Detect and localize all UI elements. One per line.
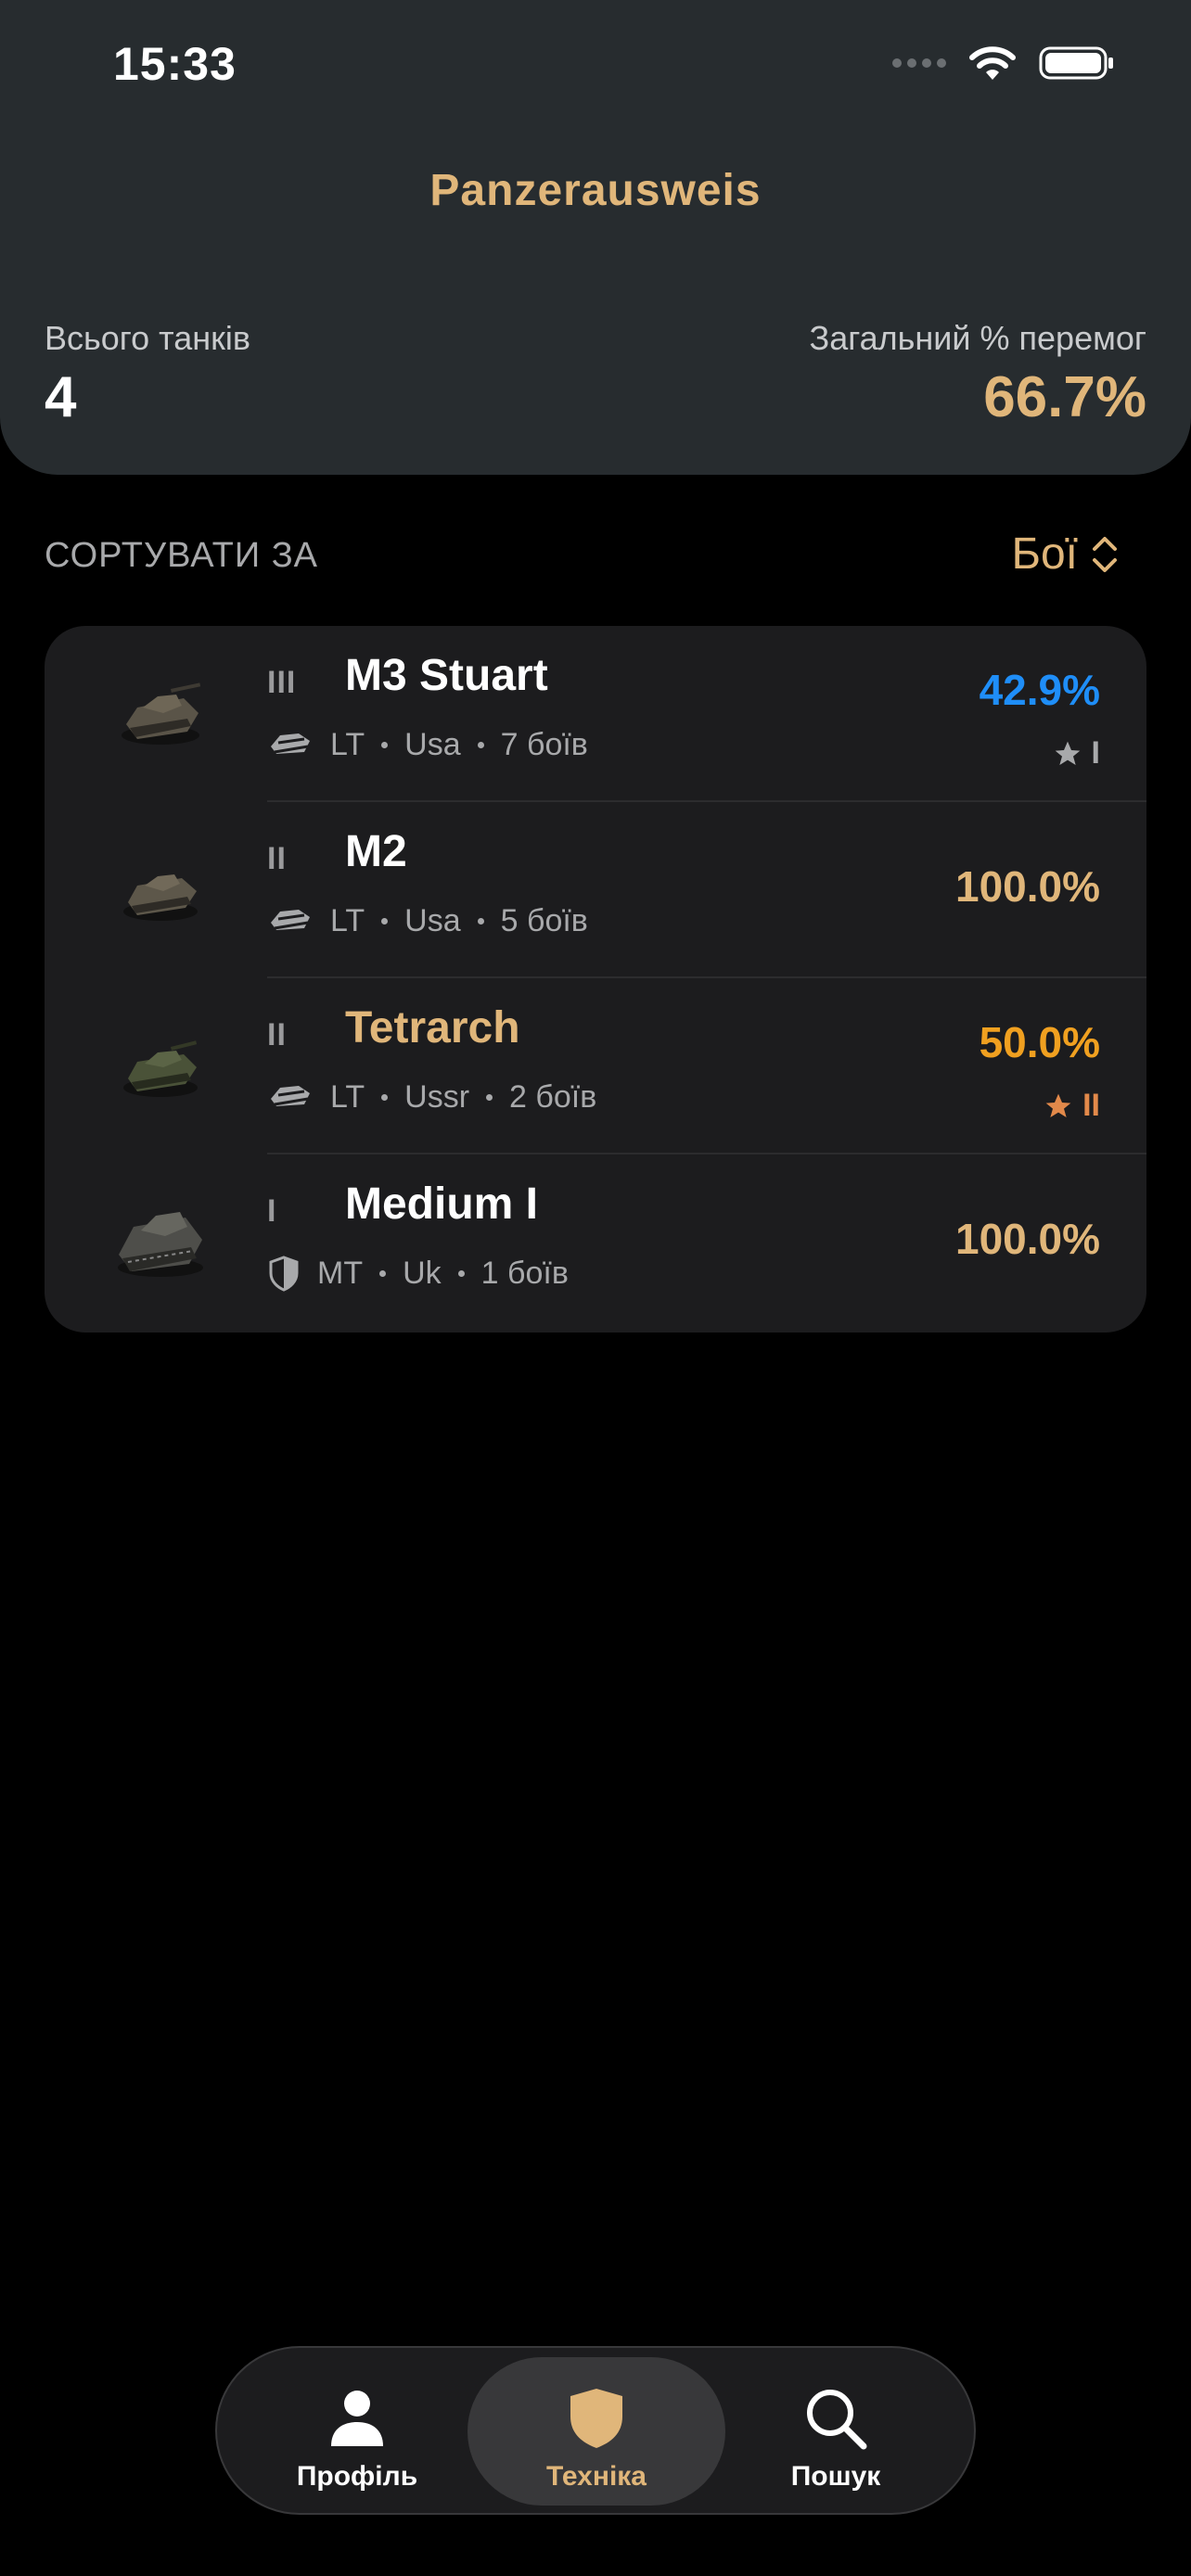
- sort-row: СОРТУВАТИ ЗА Бої: [45, 529, 1146, 588]
- separator-dot: [457, 1269, 465, 1277]
- search-icon: [807, 2390, 867, 2450]
- light-tank-icon: [271, 910, 310, 930]
- header: 15:33 Panzerausweis Всього танків 4 Зага…: [0, 0, 1191, 475]
- app-title: Panzerausweis: [429, 166, 762, 215]
- tank-meta: MT Uk 1 боїв: [267, 1255, 569, 1292]
- total-tanks-label: Всього танків: [45, 319, 251, 357]
- mastery-level: I: [1091, 735, 1100, 771]
- tank-name: M2: [345, 827, 407, 876]
- tank-winrate: 100.0%: [954, 1215, 1100, 1263]
- cellular-signal-icon: [892, 58, 946, 68]
- tab-label: Профіль: [296, 2461, 418, 2492]
- mastery-badge: II: [1044, 1088, 1100, 1124]
- tank-row[interactable]: II M2 LT Usa 5 боїв 100.0%: [45, 802, 1146, 978]
- tank-tier: II: [267, 1017, 287, 1052]
- tank-battles: 2 боїв: [509, 1078, 597, 1115]
- tank-tier: I: [267, 1193, 277, 1229]
- tank-list: III M3 Stuart LT Usa 7 боїв 42.9% I II M…: [45, 626, 1146, 1333]
- tank-image: [123, 874, 198, 921]
- tank-nation: Ussr: [404, 1078, 470, 1115]
- tank-name: M3 Stuart: [345, 651, 548, 700]
- tank-winrate: 42.9%: [979, 666, 1100, 714]
- person-icon: [331, 2391, 383, 2446]
- tank-tier: II: [267, 841, 287, 876]
- tank-row[interactable]: III M3 Stuart LT Usa 7 боїв 42.9% I: [45, 626, 1146, 802]
- overall-winrate-value: 66.7%: [983, 365, 1146, 429]
- separator-dot: [381, 917, 389, 925]
- tank-name: Medium I: [345, 1180, 539, 1229]
- light-tank-icon: [271, 1086, 310, 1106]
- status-time: 15:33: [113, 38, 237, 90]
- tank-name: Tetrarch: [345, 1003, 520, 1052]
- tank-nation: Uk: [403, 1255, 442, 1291]
- star-icon: [1055, 741, 1080, 765]
- light-tank-icon: [271, 733, 310, 754]
- sort-button[interactable]: Бої: [1011, 529, 1119, 580]
- tank-image: [122, 682, 201, 745]
- tank-class: LT: [330, 726, 365, 762]
- tank-image: [118, 1212, 203, 1277]
- tank-winrate: 100.0%: [954, 862, 1100, 911]
- tank-meta: LT Usa 7 боїв: [267, 726, 588, 763]
- tank-class: LT: [330, 1078, 365, 1115]
- separator-dot: [477, 917, 484, 925]
- wifi-icon: [969, 46, 1016, 80]
- tank-battles: 5 боїв: [500, 902, 588, 938]
- tank-nation: Usa: [404, 902, 461, 938]
- status-icons: [892, 45, 1115, 82]
- mastery-badge: I: [1053, 735, 1100, 772]
- tank-meta: LT Usa 5 боїв: [267, 902, 588, 939]
- tab-vehicles[interactable]: Техніка: [467, 2357, 725, 2506]
- tank-row[interactable]: II Tetrarch LT Ussr 2 боїв 50.0% II: [45, 978, 1146, 1154]
- tank-tier: III: [267, 665, 297, 700]
- tank-battles: 1 боїв: [480, 1255, 569, 1291]
- separator-dot: [381, 741, 389, 748]
- separator-dot: [477, 741, 484, 748]
- tank-class: LT: [330, 902, 365, 938]
- star-icon: [1045, 1093, 1071, 1117]
- separator-dot: [486, 1093, 493, 1101]
- medium-tank-icon: [269, 1256, 299, 1292]
- tank-image: [123, 1040, 198, 1097]
- sort-label: СОРТУВАТИ ЗА: [45, 536, 318, 575]
- separator-dot: [379, 1269, 387, 1277]
- total-tanks-value: 4: [45, 365, 77, 429]
- mastery-level: II: [1082, 1088, 1100, 1123]
- tank-winrate: 50.0%: [979, 1018, 1100, 1066]
- tab-label: Техніка: [546, 2461, 647, 2492]
- tank-battles: 7 боїв: [500, 726, 588, 762]
- separator-dot: [381, 1093, 389, 1101]
- battery-icon: [1039, 46, 1113, 80]
- chevron-up-down-icon: [1093, 536, 1117, 572]
- overall-winrate-label: Загальний % перемог: [809, 319, 1146, 357]
- tank-class: MT: [317, 1255, 364, 1291]
- sort-value: Бої: [1011, 529, 1078, 579]
- tank-row[interactable]: I Medium I MT Uk 1 боїв 100.0%: [45, 1154, 1146, 1331]
- tab-bar: Профіль Техніка Пошук: [215, 2346, 976, 2515]
- tab-search[interactable]: Пошук: [707, 2357, 965, 2506]
- tab-label: Пошук: [790, 2461, 881, 2492]
- tank-nation: Usa: [404, 726, 461, 762]
- tab-profile[interactable]: Профіль: [228, 2357, 486, 2506]
- tank-meta: LT Ussr 2 боїв: [267, 1078, 596, 1116]
- shield-icon: [570, 2389, 622, 2448]
